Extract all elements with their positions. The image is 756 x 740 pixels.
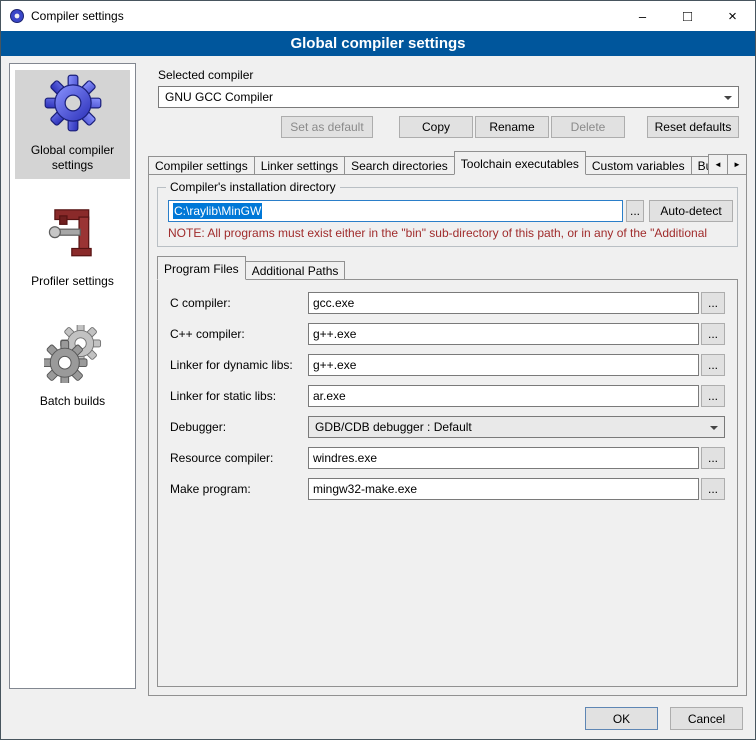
sidebar-item-batch-builds[interactable]: Batch builds [15, 321, 130, 415]
tab-program-files[interactable]: Program Files [157, 256, 246, 280]
tab-search-directories[interactable]: Search directories [344, 156, 455, 175]
field-row-linker-dynamic: Linker for dynamic libs: g++.exe ... [170, 354, 725, 376]
auto-detect-button[interactable]: Auto-detect [649, 200, 733, 222]
field-row-c-compiler: C compiler: gcc.exe ... [170, 292, 725, 314]
tab-additional-paths[interactable]: Additional Paths [245, 261, 346, 280]
c-compiler-input[interactable]: gcc.exe [308, 292, 699, 314]
field-label: Linker for static libs: [170, 389, 308, 403]
selected-compiler-label: Selected compiler [158, 68, 747, 82]
program-files-panel: C compiler: gcc.exe ... C++ compiler: g+… [157, 279, 738, 687]
main-panel: Selected compiler GNU GCC Compiler Set a… [146, 63, 747, 696]
titlebar: Compiler settings – □ × [1, 1, 755, 31]
field-label: Resource compiler: [170, 451, 308, 465]
dropdown-arrow-icon [719, 88, 737, 106]
browse-button[interactable]: ... [701, 385, 725, 407]
browse-button[interactable]: ... [701, 447, 725, 469]
installation-directory-group: Compiler's installation directory C:\ray… [157, 187, 738, 247]
compiler-buttons-row: Set as default Copy Rename Delete Reset … [158, 116, 739, 138]
browse-button[interactable]: ... [701, 478, 725, 500]
tab-custom-variables[interactable]: Custom variables [585, 156, 692, 175]
field-label: C++ compiler: [170, 327, 308, 341]
field-label: Debugger: [170, 420, 308, 434]
field-row-linker-static: Linker for static libs: ar.exe ... [170, 385, 725, 407]
blue-gear-icon [17, 74, 128, 137]
toolchain-executables-panel: Compiler's installation directory C:\ray… [148, 174, 747, 696]
set-as-default-button: Set as default [281, 116, 373, 138]
field-row-make-program: Make program: mingw32-make.exe ... [170, 478, 725, 500]
cpp-compiler-input[interactable]: g++.exe [308, 323, 699, 345]
field-row-cpp-compiler: C++ compiler: g++.exe ... [170, 323, 725, 345]
profiler-clamp-icon [17, 205, 128, 268]
tab-scroll-right-icon[interactable]: ► [727, 154, 747, 175]
linker-static-input[interactable]: ar.exe [308, 385, 699, 407]
field-label: Make program: [170, 482, 308, 496]
install-dir-value: C:\raylib\MinGW [173, 203, 262, 219]
window-title: Compiler settings [31, 9, 124, 23]
page-title: Global compiler settings [1, 31, 755, 56]
tab-compiler-settings[interactable]: Compiler settings [148, 156, 255, 175]
cancel-button[interactable]: Cancel [670, 707, 743, 730]
tab-toolchain-executables[interactable]: Toolchain executables [454, 151, 586, 175]
selected-compiler-value: GNU GCC Compiler [165, 90, 273, 104]
tab-linker-settings[interactable]: Linker settings [254, 156, 345, 175]
copy-button[interactable]: Copy [399, 116, 473, 138]
program-files-tabstrip: Program Files Additional Paths [157, 257, 746, 280]
dropdown-arrow-icon [705, 418, 723, 436]
gray-gears-icon [17, 325, 128, 388]
browse-button[interactable]: ... [701, 292, 725, 314]
delete-button: Delete [551, 116, 625, 138]
maximize-button[interactable]: □ [665, 1, 710, 31]
debugger-select[interactable]: GDB/CDB debugger : Default [308, 416, 725, 438]
app-icon [9, 8, 25, 24]
ok-button[interactable]: OK [585, 707, 658, 730]
rename-button[interactable]: Rename [475, 116, 549, 138]
install-dir-input[interactable]: C:\raylib\MinGW [168, 200, 623, 222]
close-button[interactable]: × [710, 1, 755, 31]
sidebar-item-label: Batch builds [17, 394, 128, 409]
group-title: Compiler's installation directory [166, 180, 340, 194]
browse-button[interactable]: ... [701, 354, 725, 376]
field-row-debugger: Debugger: GDB/CDB debugger : Default [170, 416, 725, 438]
field-label: C compiler: [170, 296, 308, 310]
resource-compiler-input[interactable]: windres.exe [308, 447, 699, 469]
settings-tabstrip: Compiler settings Linker settings Search… [148, 151, 747, 175]
install-note: NOTE: All programs must exist either in … [168, 226, 727, 240]
sidebar-item-label: Profiler settings [17, 274, 128, 289]
install-dir-browse-button[interactable]: ... [626, 200, 644, 222]
make-program-input[interactable]: mingw32-make.exe [308, 478, 699, 500]
selected-compiler-select[interactable]: GNU GCC Compiler [158, 86, 739, 108]
settings-sidebar: Global compiler settings Profiler settin… [9, 63, 136, 689]
reset-defaults-button[interactable]: Reset defaults [647, 116, 739, 138]
compiler-settings-dialog: Compiler settings – □ × Global compiler … [0, 0, 756, 740]
minimize-button[interactable]: – [620, 1, 665, 31]
sidebar-item-label: Global compiler settings [17, 143, 128, 173]
sidebar-item-profiler-settings[interactable]: Profiler settings [15, 201, 130, 295]
tab-scroll-left-icon[interactable]: ◄ [708, 154, 728, 175]
linker-dynamic-input[interactable]: g++.exe [308, 354, 699, 376]
sidebar-item-global-compiler-settings[interactable]: Global compiler settings [15, 70, 130, 179]
browse-button[interactable]: ... [701, 323, 725, 345]
field-label: Linker for dynamic libs: [170, 358, 308, 372]
field-row-resource-compiler: Resource compiler: windres.exe ... [170, 447, 725, 469]
